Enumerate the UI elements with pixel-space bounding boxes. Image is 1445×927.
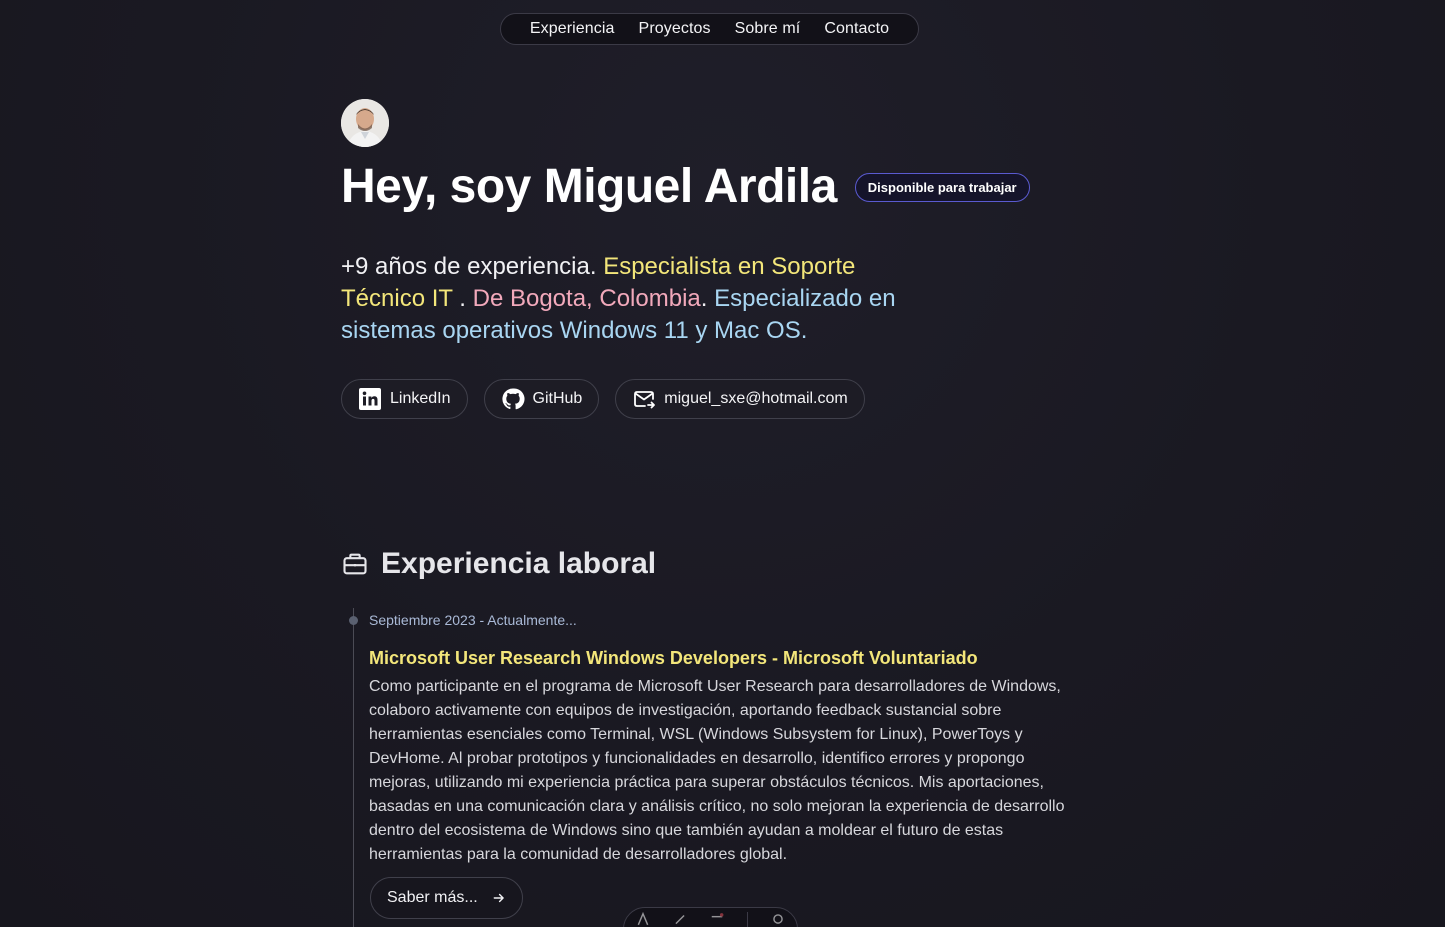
avatar-photo-icon bbox=[341, 99, 389, 147]
contact-links: LinkedIn GitHub miguel_sxe@hotmail.com bbox=[341, 379, 865, 419]
settings-icon[interactable] bbox=[771, 912, 785, 926]
menu-icon[interactable] bbox=[710, 912, 724, 926]
nav-item-contacto[interactable]: Contacto bbox=[824, 20, 889, 38]
github-link[interactable]: GitHub bbox=[483, 379, 600, 419]
page-title: Hey, soy Miguel Ardila bbox=[341, 160, 837, 213]
brush-icon[interactable] bbox=[673, 912, 687, 926]
experience-heading: Experiencia laboral bbox=[341, 547, 656, 581]
nav-item-experiencia[interactable]: Experiencia bbox=[530, 20, 615, 38]
intro-experience: +9 años de experiencia. bbox=[341, 253, 604, 280]
hero-intro: +9 años de experiencia. Especialista en … bbox=[341, 251, 901, 347]
mail-icon bbox=[634, 391, 656, 409]
nav-item-proyectos[interactable]: Proyectos bbox=[639, 20, 711, 38]
section-title: Experiencia laboral bbox=[381, 547, 657, 580]
timeline-dot bbox=[349, 616, 358, 625]
experience-date: Septiembre 2023 - Actualmente... bbox=[369, 612, 577, 628]
email-label: miguel_sxe@hotmail.com bbox=[664, 390, 848, 407]
nav-item-sobre-mi[interactable]: Sobre mí bbox=[735, 20, 801, 38]
experience-role: Microsoft User Research Windows Develope… bbox=[369, 648, 978, 668]
floating-dock bbox=[623, 907, 798, 927]
arrow-right-icon bbox=[493, 893, 504, 903]
briefcase-icon bbox=[343, 553, 367, 575]
linkedin-icon bbox=[359, 388, 381, 410]
experience-item: Septiembre 2023 - Actualmente... Microso… bbox=[369, 612, 1079, 867]
read-more-button[interactable]: Saber más... bbox=[370, 877, 523, 919]
email-link[interactable]: miguel_sxe@hotmail.com bbox=[615, 379, 865, 419]
linkedin-link[interactable]: LinkedIn bbox=[341, 379, 468, 419]
intro-location: De Bogota, Colombia bbox=[472, 285, 701, 312]
avatar bbox=[341, 99, 389, 147]
top-nav: Experiencia Proyectos Sobre mí Contacto bbox=[500, 13, 919, 45]
intro-separator-2: . bbox=[700, 285, 715, 312]
timeline-line bbox=[353, 608, 354, 927]
read-more-label: Saber más... bbox=[387, 889, 478, 906]
github-icon bbox=[501, 388, 525, 410]
github-label: GitHub bbox=[532, 390, 583, 407]
experience-description: Como participante en el programa de Micr… bbox=[369, 678, 1065, 863]
linkedin-label: LinkedIn bbox=[390, 390, 451, 407]
availability-badge: Disponible para trabajar bbox=[854, 172, 1030, 202]
dock-divider bbox=[747, 912, 749, 927]
font-icon[interactable] bbox=[636, 911, 650, 926]
intro-separator: . bbox=[452, 285, 473, 312]
hero-title-row: Hey, soy Miguel Ardila Disponible para t… bbox=[341, 157, 1030, 217]
